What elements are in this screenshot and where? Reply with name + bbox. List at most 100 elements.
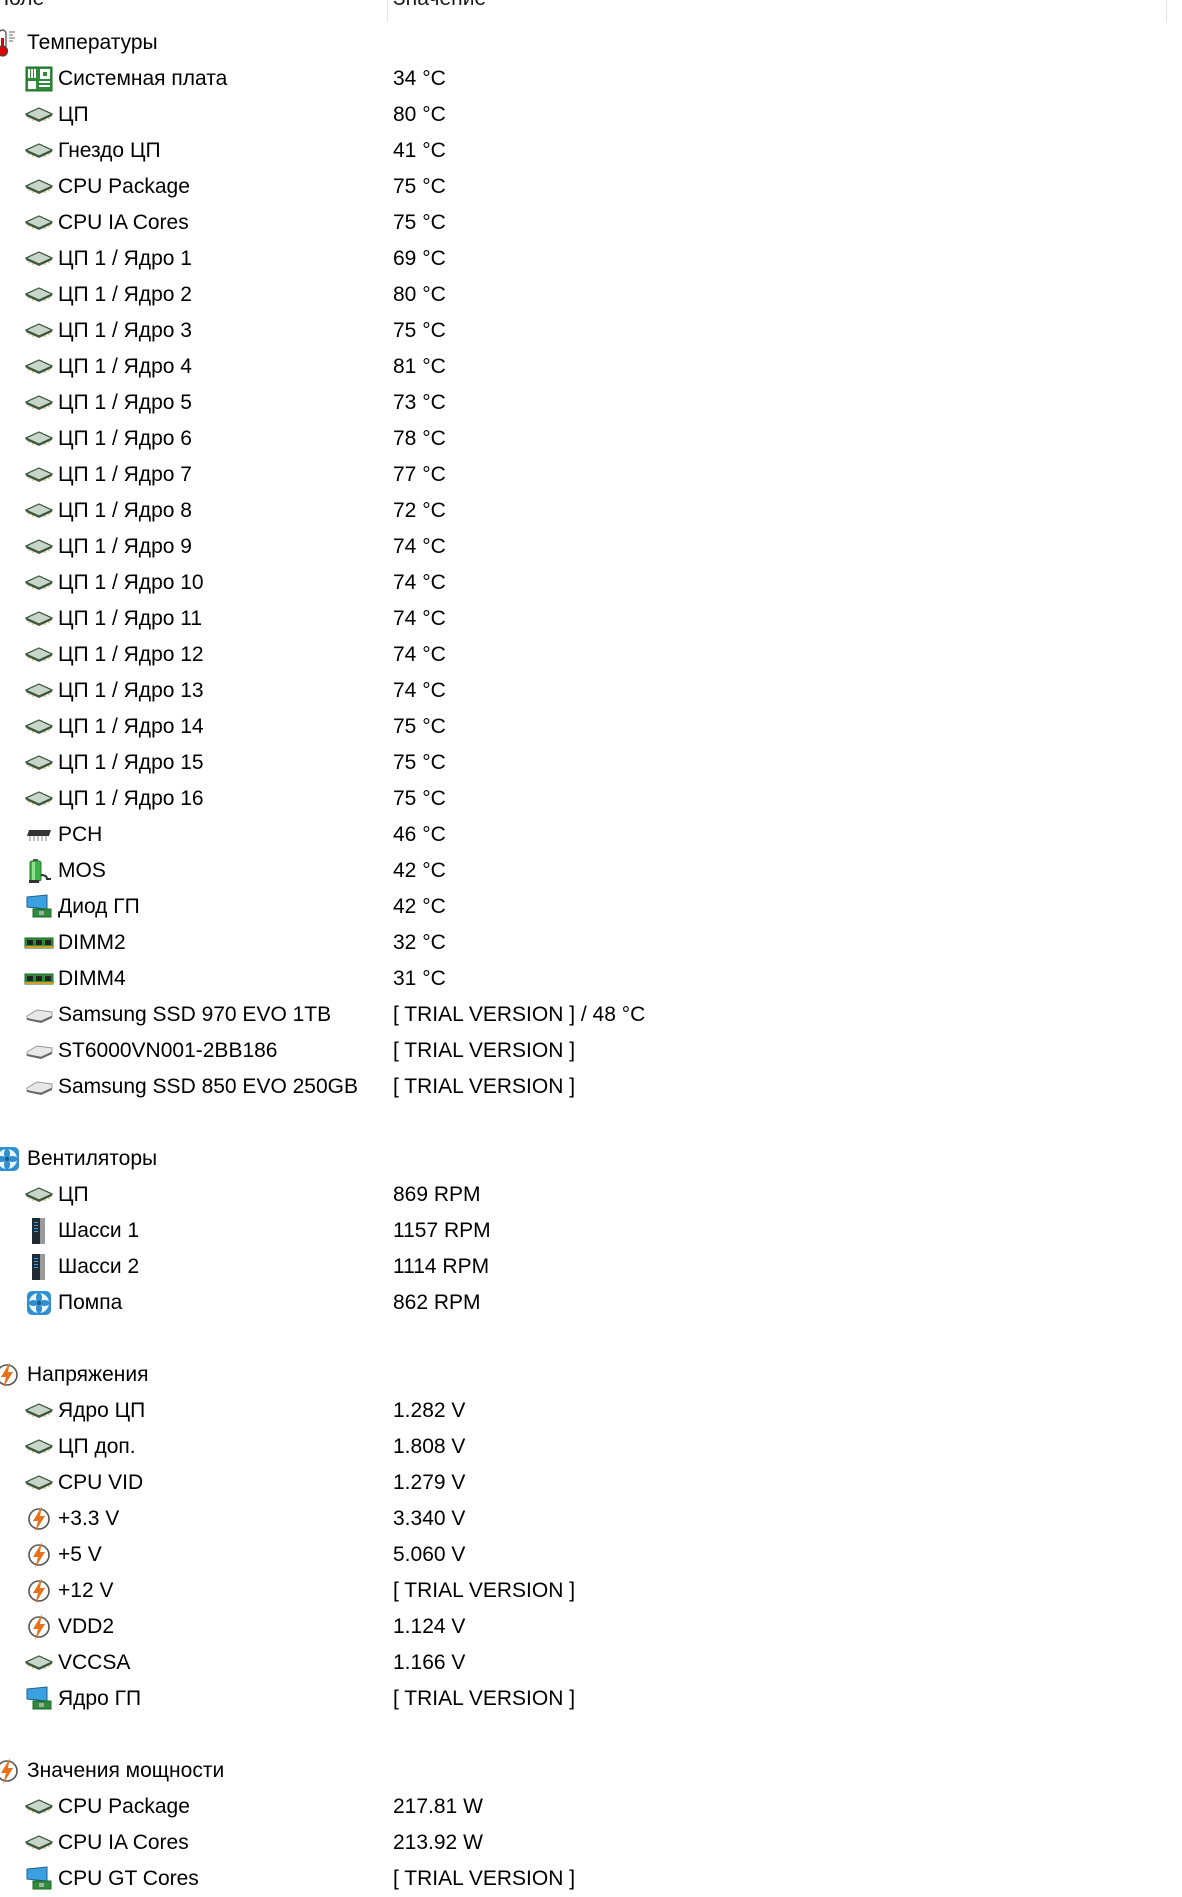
- sensor-value: 77 °C: [393, 463, 446, 486]
- sensor-row[interactable]: ЦП 1 / Ядро 9 74 °C: [0, 529, 1182, 565]
- sensor-row[interactable]: ЦП 1 / Ядро 14 75 °C: [0, 709, 1182, 745]
- sensor-label: ЦП 1 / Ядро 3: [58, 319, 192, 342]
- sensor-value: 1.124 V: [393, 1615, 466, 1638]
- sensor-row[interactable]: CPU Package 217.81 W: [0, 1789, 1182, 1825]
- column-divider[interactable]: [1166, 0, 1167, 22]
- sensor-row[interactable]: Системная плата 34 °C: [0, 61, 1182, 97]
- sensor-row[interactable]: ЦП 1 / Ядро 1 69 °C: [0, 241, 1182, 277]
- sensor-row[interactable]: DIMM4 31 °C: [0, 961, 1182, 997]
- sensor-row[interactable]: ЦП доп. 1.808 V: [0, 1429, 1182, 1465]
- sensor-value: 69 °C: [393, 247, 446, 270]
- sensor-value: 74 °C: [393, 679, 446, 702]
- sensor-row[interactable]: ЦП 1 / Ядро 2 80 °C: [0, 277, 1182, 313]
- sensor-row[interactable]: Шасси 1 1157 RPM: [0, 1213, 1182, 1249]
- sensor-row[interactable]: CPU IA Cores 75 °C: [0, 205, 1182, 241]
- sensor-label: Гнездо ЦП: [58, 139, 161, 162]
- sensor-label: Шасси 2: [58, 1255, 140, 1278]
- sensor-row[interactable]: Ядро ЦП 1.282 V: [0, 1393, 1182, 1429]
- sensor-row[interactable]: ЦП 1 / Ядро 5 73 °C: [0, 385, 1182, 421]
- sensor-value: 217.81 W: [393, 1795, 483, 1818]
- sensor-row[interactable]: VCCSA 1.166 V: [0, 1645, 1182, 1681]
- sensor-label: Диод ГП: [58, 895, 140, 918]
- sensor-label: ЦП 1 / Ядро 4: [58, 355, 192, 378]
- sensor-row[interactable]: +5 V 5.060 V: [0, 1537, 1182, 1573]
- gpu-card-icon: [24, 1866, 54, 1892]
- sensor-label: ЦП 1 / Ядро 2: [58, 283, 192, 306]
- sensor-row[interactable]: Гнездо ЦП 41 °C: [0, 133, 1182, 169]
- sensor-value: 3.340 V: [393, 1507, 466, 1530]
- sensor-row[interactable]: ЦП 1 / Ядро 7 77 °C: [0, 457, 1182, 493]
- sensor-row[interactable]: MOS 42 °C: [0, 853, 1182, 889]
- sensor-label: ЦП 1 / Ядро 10: [58, 571, 204, 594]
- column-header-value[interactable]: Значение: [393, 0, 486, 11]
- sensor-value: 1114 RPM: [393, 1255, 490, 1278]
- sensor-row[interactable]: Samsung SSD 850 EVO 250GB [ TRIAL VERSION…: [0, 1069, 1182, 1105]
- sensor-value: 34 °C: [393, 67, 446, 90]
- sensor-value: [ TRIAL VERSION ]: [393, 1579, 576, 1602]
- sensor-value: 80 °C: [393, 283, 446, 306]
- sensor-row[interactable]: ЦП 1 / Ядро 13 74 °C: [0, 673, 1182, 709]
- sensor-row[interactable]: DIMM2 32 °C: [0, 925, 1182, 961]
- sensor-label: ЦП: [58, 1183, 89, 1206]
- sensor-row[interactable]: ЦП 1 / Ядро 12 74 °C: [0, 637, 1182, 673]
- sensor-label: ЦП 1 / Ядро 13: [58, 679, 204, 702]
- sensor-row[interactable]: CPU VID 1.279 V: [0, 1465, 1182, 1501]
- sensor-row[interactable]: CPU IA Cores 213.92 W: [0, 1825, 1182, 1861]
- sensor-row[interactable]: ЦП 869 RPM: [0, 1177, 1182, 1213]
- sensor-row[interactable]: +3.3 V 3.340 V: [0, 1501, 1182, 1537]
- column-divider[interactable]: [387, 0, 388, 22]
- sensor-row[interactable]: CPU Package 75 °C: [0, 169, 1182, 205]
- sensor-row[interactable]: ЦП 1 / Ядро 16 75 °C: [0, 781, 1182, 817]
- cpu-chip-icon: [24, 462, 54, 488]
- sensor-row[interactable]: ЦП 1 / Ядро 6 78 °C: [0, 421, 1182, 457]
- sensor-value: 862 RPM: [393, 1291, 481, 1314]
- hard-drive-icon: [24, 1038, 54, 1064]
- sensor-row[interactable]: Диод ГП 42 °C: [0, 889, 1182, 925]
- sensor-label: CPU Package: [58, 175, 190, 198]
- sensor-row[interactable]: CPU GT Cores [ TRIAL VERSION ]: [0, 1861, 1182, 1897]
- gpu-card-icon: [24, 894, 54, 920]
- sensor-value: [ TRIAL VERSION ]: [393, 1075, 576, 1098]
- category-row[interactable]: Вентиляторы: [0, 1141, 1182, 1177]
- sensor-row[interactable]: ЦП 1 / Ядро 3 75 °C: [0, 313, 1182, 349]
- sensor-row[interactable]: ЦП 80 °C: [0, 97, 1182, 133]
- sensor-value: 46 °C: [393, 823, 446, 846]
- sensor-row[interactable]: ЦП 1 / Ядро 4 81 °C: [0, 349, 1182, 385]
- sensor-value: 78 °C: [393, 427, 446, 450]
- sensor-value: 42 °C: [393, 895, 446, 918]
- sensor-label: ST6000VN001-2BB186: [58, 1039, 278, 1062]
- sensor-label: ЦП 1 / Ядро 11: [58, 607, 203, 630]
- sensor-row[interactable]: ЦП 1 / Ядро 10 74 °C: [0, 565, 1182, 601]
- sensor-row[interactable]: PCH 46 °C: [0, 817, 1182, 853]
- sensor-row[interactable]: VDD2 1.124 V: [0, 1609, 1182, 1645]
- sensor-row[interactable]: Помпа 862 RPM: [0, 1285, 1182, 1321]
- sensor-label: CPU Package: [58, 1795, 190, 1818]
- sensor-value: 31 °C: [393, 967, 446, 990]
- sensor-row[interactable]: Samsung SSD 970 EVO 1TB [ TRIAL VERSION ]…: [0, 997, 1182, 1033]
- cpu-chip-icon: [24, 210, 54, 236]
- column-header-field[interactable]: Поле: [0, 0, 44, 11]
- sensor-row[interactable]: Шасси 2 1114 RPM: [0, 1249, 1182, 1285]
- sensor-value: 81 °C: [393, 355, 446, 378]
- category-row[interactable]: Напряжения: [0, 1357, 1182, 1393]
- sensor-value: 73 °C: [393, 391, 446, 414]
- sensor-row[interactable]: ЦП 1 / Ядро 15 75 °C: [0, 745, 1182, 781]
- cpu-chip-icon: [24, 1830, 54, 1856]
- sensor-row[interactable]: +12 V [ TRIAL VERSION ]: [0, 1573, 1182, 1609]
- sensor-value: 75 °C: [393, 175, 446, 198]
- cpu-chip-icon: [24, 1794, 54, 1820]
- cpu-chip-icon: [24, 678, 54, 704]
- sensor-row[interactable]: ST6000VN001-2BB186 [ TRIAL VERSION ]: [0, 1033, 1182, 1069]
- sensor-row[interactable]: Ядро ГП [ TRIAL VERSION ]: [0, 1681, 1182, 1717]
- sensor-row[interactable]: ЦП 1 / Ядро 8 72 °C: [0, 493, 1182, 529]
- thermometer-icon: [0, 29, 22, 57]
- category-row[interactable]: Значения мощности: [0, 1753, 1182, 1789]
- sensor-label: ЦП 1 / Ядро 9: [58, 535, 192, 558]
- lightning-icon: [24, 1542, 54, 1568]
- chassis-icon: [24, 1218, 54, 1244]
- fan-icon: [24, 1290, 54, 1316]
- sensor-value: 1.279 V: [393, 1471, 466, 1494]
- category-row[interactable]: Температуры: [0, 25, 1182, 61]
- sensor-row[interactable]: ЦП 1 / Ядро 11 74 °C: [0, 601, 1182, 637]
